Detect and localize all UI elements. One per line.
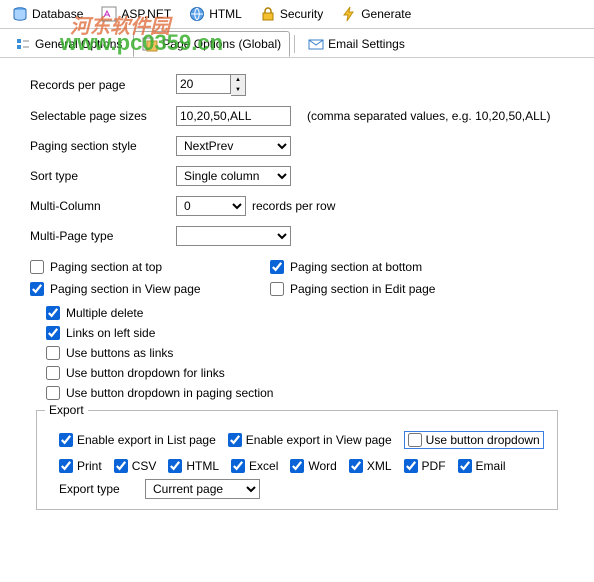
checkbox-button-dropdown-links[interactable]: [46, 366, 60, 380]
check-button-dropdown-paging[interactable]: Use button dropdown in paging section: [46, 386, 564, 400]
checkbox-use-button-dropdown[interactable]: [408, 433, 422, 447]
checkbox-enable-export-list[interactable]: [59, 433, 73, 447]
toolbar-html-label: HTML: [209, 7, 242, 21]
page-content: Records per page ▲ ▼ Selectable page siz…: [0, 58, 594, 526]
selectable-sizes-hint: (comma separated values, e.g. 10,20,50,A…: [307, 109, 550, 123]
toolbar-database-label: Database: [32, 7, 83, 21]
check-links-left[interactable]: Links on left side: [46, 326, 564, 340]
check-multiple-delete[interactable]: Multiple delete: [46, 306, 564, 320]
multi-column-select[interactable]: 0: [176, 196, 246, 216]
tab-divider: [294, 35, 295, 53]
check-paging-top[interactable]: Paging section at top: [30, 260, 270, 274]
check-paging-view[interactable]: Paging section in View page: [30, 282, 270, 296]
toolbar-security-label: Security: [280, 7, 323, 21]
sort-type-label: Sort type: [30, 169, 170, 183]
check-export-csv[interactable]: CSV: [114, 459, 157, 473]
check-buttons-as-links[interactable]: Use buttons as links: [46, 346, 564, 360]
checkbox-export-email[interactable]: [458, 459, 472, 473]
page-options-icon: [142, 36, 158, 52]
export-type-select[interactable]: Current page: [145, 479, 260, 499]
tab-general-options[interactable]: General Options: [6, 31, 131, 57]
toolbar-generate-label: Generate: [361, 7, 411, 21]
check-export-print[interactable]: Print: [59, 459, 102, 473]
records-per-page-input[interactable]: [176, 74, 231, 94]
multi-column-label: Multi-Column: [30, 199, 170, 213]
check-export-word[interactable]: Word: [290, 459, 336, 473]
database-icon: [12, 6, 28, 22]
toolbar-security[interactable]: Security: [254, 4, 329, 24]
check-paging-bottom[interactable]: Paging section at bottom: [270, 260, 510, 274]
paging-style-select[interactable]: NextPrev: [176, 136, 291, 156]
checkbox-export-xml[interactable]: [349, 459, 363, 473]
checkbox-paging-view[interactable]: [30, 282, 44, 296]
check-paging-edit[interactable]: Paging section in Edit page: [270, 282, 510, 296]
checkbox-enable-export-view[interactable]: [228, 433, 242, 447]
check-export-excel[interactable]: Excel: [231, 459, 278, 473]
check-enable-export-list[interactable]: Enable export in List page: [59, 433, 216, 447]
checkbox-export-word[interactable]: [290, 459, 304, 473]
tab-page-options[interactable]: Page Options (Global): [133, 31, 290, 57]
selectable-sizes-input[interactable]: [176, 106, 291, 126]
paging-style-label: Paging section style: [30, 139, 170, 153]
check-button-dropdown-links[interactable]: Use button dropdown for links: [46, 366, 564, 380]
multi-page-type-label: Multi-Page type: [30, 229, 170, 243]
checkbox-paging-edit[interactable]: [270, 282, 284, 296]
check-use-button-dropdown[interactable]: Use button dropdown: [404, 431, 544, 449]
aspnet-icon: [101, 6, 117, 22]
lightning-icon: [341, 6, 357, 22]
tab-page-label: Page Options (Global): [162, 37, 281, 51]
multi-page-type-select[interactable]: [176, 226, 291, 246]
export-type-label: Export type: [59, 482, 139, 496]
records-per-page-label: Records per page: [30, 78, 170, 92]
email-icon: [308, 36, 324, 52]
options-icon: [15, 36, 31, 52]
lock-icon: [260, 6, 276, 22]
toolbar-database[interactable]: Database: [6, 4, 89, 24]
selectable-sizes-label: Selectable page sizes: [30, 109, 170, 123]
tab-email-settings[interactable]: Email Settings: [299, 31, 414, 57]
toolbar-html[interactable]: HTML: [183, 4, 248, 24]
check-enable-export-view[interactable]: Enable export in View page: [228, 433, 392, 447]
checkbox-button-dropdown-paging[interactable]: [46, 386, 60, 400]
export-legend: Export: [45, 403, 88, 417]
tab-general-label: General Options: [35, 37, 122, 51]
checkbox-export-print[interactable]: [59, 459, 73, 473]
records-per-page-spinner[interactable]: ▲ ▼: [231, 74, 246, 96]
toolbar-aspnet[interactable]: ASP.NET: [95, 4, 177, 24]
check-export-html[interactable]: HTML: [168, 459, 219, 473]
checkbox-export-pdf[interactable]: [404, 459, 418, 473]
check-export-pdf[interactable]: PDF: [404, 459, 446, 473]
checkbox-multiple-delete[interactable]: [46, 306, 60, 320]
sort-type-select[interactable]: Single column: [176, 166, 291, 186]
toolbar-generate[interactable]: Generate: [335, 4, 417, 24]
checkbox-export-excel[interactable]: [231, 459, 245, 473]
spin-up-icon[interactable]: ▲: [231, 75, 245, 85]
toolbar-aspnet-label: ASP.NET: [121, 7, 171, 21]
checkbox-export-csv[interactable]: [114, 459, 128, 473]
main-toolbar: Database ASP.NET HTML Security Generate: [0, 0, 594, 29]
check-export-email[interactable]: Email: [458, 459, 506, 473]
html-icon: [189, 6, 205, 22]
export-fieldset: Export Enable export in List page Enable…: [36, 410, 558, 510]
multi-column-suffix: records per row: [252, 199, 335, 213]
checkbox-links-left[interactable]: [46, 326, 60, 340]
spin-down-icon[interactable]: ▼: [231, 85, 245, 95]
checkbox-paging-top[interactable]: [30, 260, 44, 274]
sub-tabs: General Options Page Options (Global) Em…: [0, 29, 594, 58]
checkbox-paging-bottom[interactable]: [270, 260, 284, 274]
check-export-xml[interactable]: XML: [349, 459, 392, 473]
checkbox-buttons-as-links[interactable]: [46, 346, 60, 360]
tab-email-label: Email Settings: [328, 37, 405, 51]
checkbox-export-html[interactable]: [168, 459, 182, 473]
